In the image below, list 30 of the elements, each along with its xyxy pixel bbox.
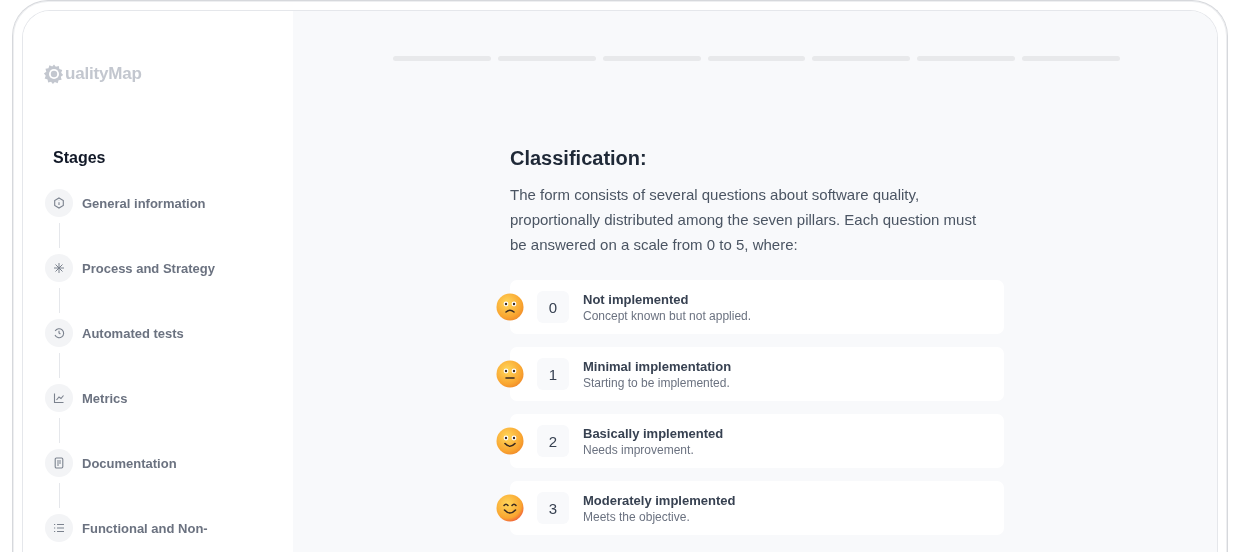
info-icon bbox=[53, 197, 65, 209]
scale-description: Needs improvement. bbox=[583, 442, 695, 457]
chart-icon bbox=[53, 392, 65, 404]
section-title: Classification: bbox=[510, 147, 648, 170]
stage-item[interactable]: General information bbox=[43, 189, 293, 217]
scale-title: Basically implemented bbox=[583, 425, 724, 441]
stage-item[interactable]: Metrics bbox=[43, 384, 293, 412]
list-icon bbox=[53, 522, 65, 534]
scale-description: Concept known but not applied. bbox=[583, 308, 752, 323]
sidebar-title: Stages bbox=[53, 149, 107, 167]
gear-icon bbox=[43, 63, 65, 85]
scale-value: 2 bbox=[537, 425, 569, 457]
scale-title: Not implemented bbox=[583, 291, 690, 307]
logo-text: ualityMap bbox=[65, 64, 142, 84]
stage-item[interactable]: Process and Strategy bbox=[43, 254, 293, 282]
asterisk-icon bbox=[53, 262, 65, 274]
stage-item[interactable]: Automated tests bbox=[43, 319, 293, 347]
stage-item[interactable]: Functional and Non- bbox=[43, 514, 293, 542]
stage-item[interactable]: Documentation bbox=[43, 449, 293, 477]
scale-description: Meets the objective. bbox=[583, 509, 691, 524]
blush-face-icon bbox=[496, 494, 524, 522]
scale-value: 3 bbox=[537, 492, 569, 524]
scale-value: 1 bbox=[537, 358, 569, 390]
description-text: The form consists of several questions about software quality, proportionally distributed among the seven pillars. Each question must be answered on a scale from 0 to 5, where: bbox=[510, 185, 978, 255]
scale-description: Starting to be implemented. bbox=[583, 375, 731, 390]
document-icon bbox=[53, 457, 65, 469]
history-icon bbox=[53, 327, 65, 339]
scale-title: Moderately implemented bbox=[583, 492, 736, 508]
scale-value: 0 bbox=[537, 291, 569, 323]
scale-title: Minimal implementation bbox=[583, 358, 732, 374]
